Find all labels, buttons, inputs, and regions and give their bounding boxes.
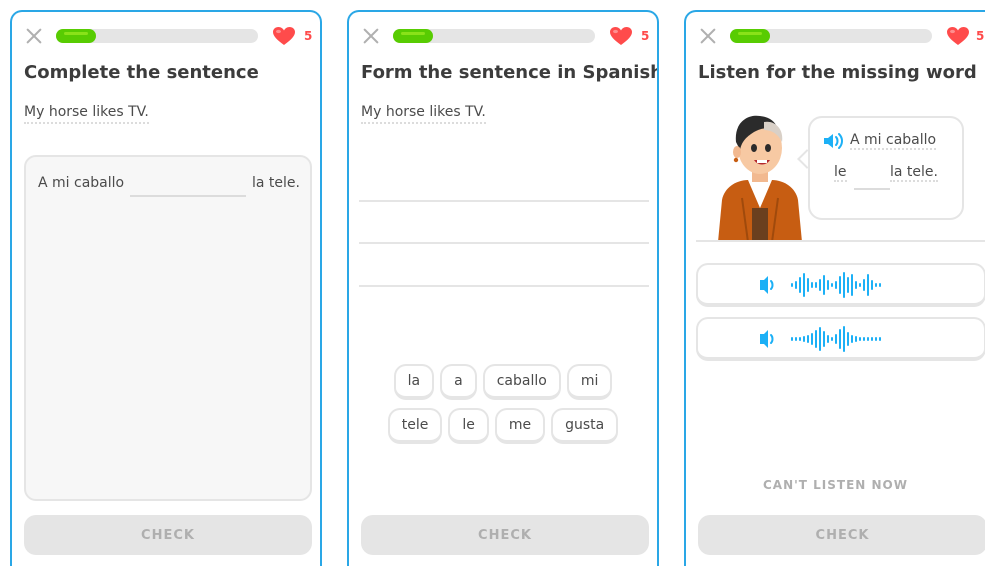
hearts-count: 5 — [976, 29, 985, 43]
divider — [696, 240, 985, 242]
screen-complete-sentence: 5 Complete the sentence My horse likes T… — [10, 10, 322, 566]
close-icon[interactable] — [361, 26, 381, 46]
answer-line — [359, 242, 649, 244]
cant-listen-now-button[interactable]: CAN'T LISTEN NOW — [686, 478, 985, 492]
audio-option-button[interactable] — [696, 263, 985, 307]
answer-blank-input[interactable] — [130, 195, 246, 197]
prompt-text: My horse likes TV. — [24, 104, 149, 124]
audio-option-button-slow[interactable] — [696, 317, 985, 361]
prompt-text: My horse likes TV. — [361, 104, 486, 124]
close-icon[interactable] — [24, 26, 44, 46]
word-chip[interactable]: tele — [387, 408, 443, 444]
speaker-icon[interactable] — [822, 132, 844, 150]
word-chip[interactable]: a — [440, 364, 477, 400]
heart-icon — [273, 27, 295, 45]
top-bar: 5 — [361, 26, 649, 46]
progress-bar — [730, 29, 932, 43]
bubble-line-1: A mi caballo — [850, 132, 937, 150]
check-button[interactable]: CHECK — [698, 515, 985, 555]
bubble-word-after: la tele. — [890, 164, 938, 182]
screen-form-sentence: 5 Form the sentence in Spanish My horse … — [347, 10, 659, 566]
hearts-count: 5 — [304, 29, 313, 43]
answer-line — [359, 285, 649, 287]
heart-icon — [947, 27, 969, 45]
progress-bar — [393, 29, 595, 43]
top-bar: 5 — [24, 26, 312, 46]
exercise-title: Form the sentence in Spanish — [361, 62, 659, 83]
progress-bar — [56, 29, 258, 43]
word-chip[interactable]: me — [494, 408, 546, 444]
word-chip[interactable]: gusta — [551, 408, 619, 444]
hearts-count: 5 — [641, 29, 650, 43]
check-button[interactable]: CHECK — [361, 515, 649, 555]
answer-box[interactable]: A mi caballo la tele. — [24, 155, 312, 501]
progress-fill — [730, 29, 770, 43]
check-button[interactable]: CHECK — [24, 515, 312, 555]
top-bar: 5 — [698, 26, 985, 46]
answer-line — [359, 200, 649, 202]
answer-text-after: la tele. — [252, 175, 300, 191]
word-bank-row-1: la a caballo mi — [349, 364, 657, 400]
character-illustration — [718, 115, 802, 242]
exercise-title: Listen for the missing word — [698, 62, 977, 83]
word-bank-row-2: tele le me gusta — [349, 408, 657, 444]
heart-icon — [610, 27, 632, 45]
exercise-title: Complete the sentence — [24, 62, 259, 83]
waveform-icon — [760, 272, 881, 298]
waveform-icon — [760, 326, 881, 352]
word-chip[interactable]: mi — [566, 364, 613, 400]
speech-bubble: A mi caballo le la tele. — [808, 116, 964, 220]
bubble-word-before: le — [834, 164, 847, 182]
answer-text-before: A mi caballo — [38, 175, 125, 191]
word-chip[interactable]: caballo — [482, 364, 561, 400]
word-chip[interactable]: le — [448, 408, 489, 444]
progress-fill — [56, 29, 96, 43]
close-icon[interactable] — [698, 26, 718, 46]
missing-word-blank[interactable] — [854, 188, 890, 190]
screen-listen-missing-word: 5 Listen for the missing word A mi cabal… — [684, 10, 985, 566]
word-chip[interactable]: la — [393, 364, 435, 400]
progress-fill — [393, 29, 433, 43]
